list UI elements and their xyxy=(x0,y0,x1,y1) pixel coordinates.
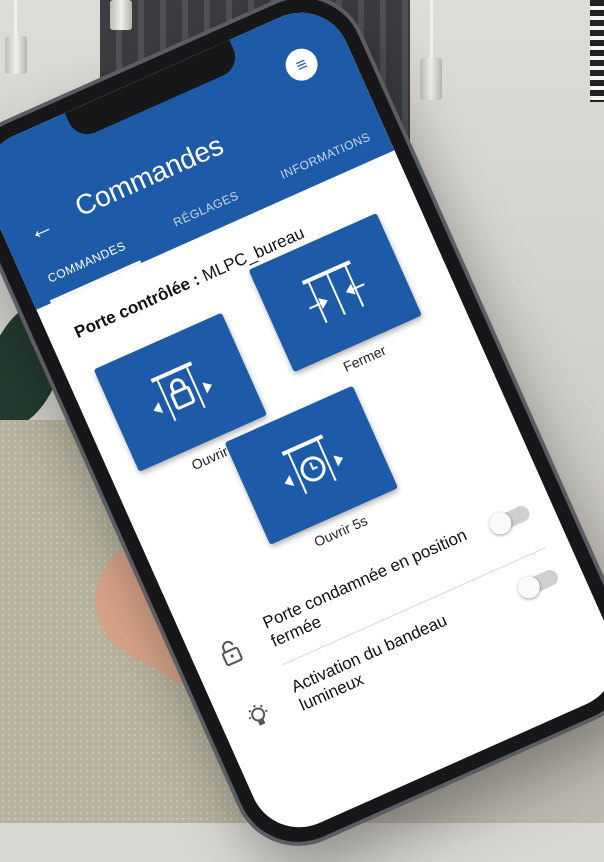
lamp-cord-left xyxy=(14,0,17,40)
pendant-lamp-right xyxy=(420,58,442,100)
qr-code xyxy=(590,0,604,102)
light-bulb-icon xyxy=(248,704,268,726)
door-open-timer-icon xyxy=(281,434,344,495)
light-strip-toggle[interactable] xyxy=(517,567,561,599)
pendant-lamp-mid xyxy=(110,0,132,30)
padlock-icon xyxy=(222,640,243,667)
door-close-icon xyxy=(301,260,365,324)
door-open-lock-icon xyxy=(150,361,213,422)
pendant-lamp-left xyxy=(5,36,27,74)
menu-list-icon[interactable]: ≡ xyxy=(280,43,323,86)
lamp-cord-right xyxy=(430,0,433,60)
back-arrow-icon[interactable]: ← xyxy=(22,209,58,248)
locked-closed-toggle[interactable] xyxy=(488,503,532,535)
